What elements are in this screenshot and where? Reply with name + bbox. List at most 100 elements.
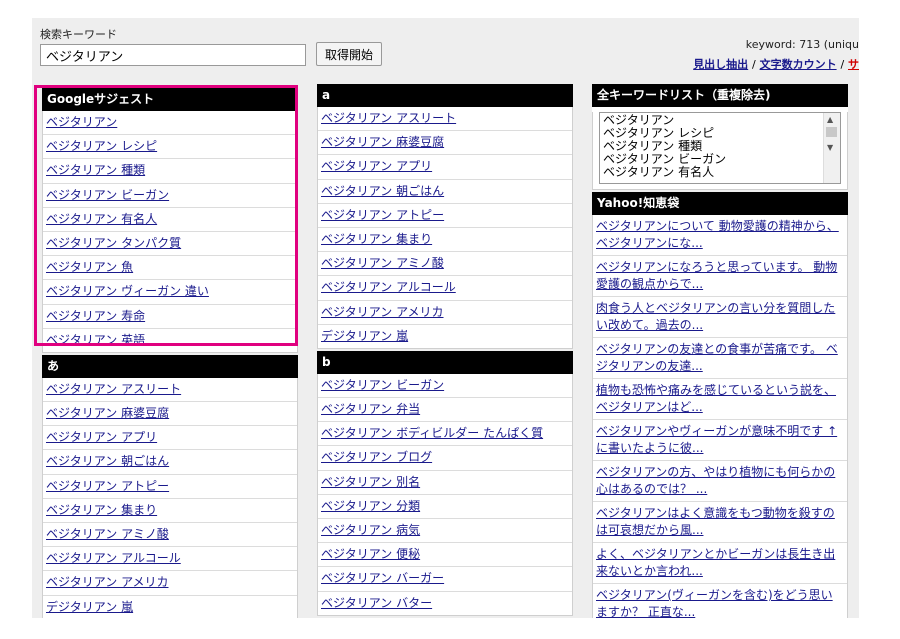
list-item: ベジタリアンの方、やはり植物にも何らかの心はあるのでは？ ... [593,461,847,502]
heading-extract-link[interactable]: 見出し抽出 [693,58,748,71]
list-item: 肉食う人とベジタリアンの言い分を質問したい改めて。過去の... [593,297,847,338]
list-item: ベジタリアン 病気 [318,519,572,544]
keyword-count: keyword: 713 (uniqu [745,38,859,51]
alpha-b-list: ベジタリアン ビーガン ベジタリアン 弁当ベジタリアン ボディビルダー たんぱく質… [317,373,573,616]
question-link[interactable]: 植物も恐怖や痛みを感じているという説を、ベジタリアンはど... [596,383,836,414]
keyword-link[interactable]: ベジタリアン ビーガン [46,188,169,202]
list-item: ベジタリアン 朝ごはん [43,450,297,475]
question-link[interactable]: ベジタリアンはよく意識をもつ動物を殺すのは可哀想だから風... [596,506,835,537]
google-suggest-box: Googleサジェスト ベジタリアン ベジタリアン レシピ ベジタリアン 種類 ベジタ… [42,88,298,353]
all-keywords-body: ベジタリアン ベジタリアン レシピ ベジタリアン 種類 ベジタリアン ビーガン ベジタリ… [592,112,848,190]
keyword-line: ベジタリアン 有名人 [603,165,715,179]
list-item: ベジタリアン 別名 [318,471,572,495]
textarea-scrollbar[interactable]: ▲ ▼ [823,113,840,183]
question-link[interactable]: 肉食う人とベジタリアンの言い分を質問したい改めて。過去の... [596,301,835,332]
keyword-link[interactable]: ベジタリアン 英語 [46,333,145,347]
keyword-link[interactable]: ベジタリアン レシピ [46,139,157,153]
keyword-link[interactable]: ベジタリアン 集まり [46,503,157,517]
keyword-link[interactable]: ベジタリアン 弁当 [321,402,420,416]
keyword-link[interactable]: ベジタリアン タンパク質 [46,236,181,250]
search-label: 検索キーワード [40,28,117,41]
keyword-link[interactable]: ベジタリアン ブログ [321,450,432,464]
keyword-link[interactable]: ベジタリアン アメリカ [46,575,169,589]
list-item: ベジタリアン アプリ [43,426,297,451]
keyword-link[interactable]: ベジタリアン アメリカ [321,305,444,319]
site-link[interactable]: サ [848,58,859,71]
search-input[interactable] [40,44,306,66]
keyword-link[interactable]: ベジタリアン アトピー [46,479,169,493]
keyword-link[interactable]: ベジタリアン 麻婆豆腐 [321,135,444,149]
list-item: ベジタリアン アメリカ [43,571,297,596]
question-link[interactable]: ベジタリアンの友達との食事が苦痛です。 ベジタリアンの友達... [596,342,838,373]
kana-a-title: あ [42,354,298,378]
keyword-link[interactable]: ベジタリアン ボディビルダー たんぱく質 [321,426,543,440]
list-item: ベジタリアンについて 動物愛護の精神から、ベジタリアンにな... [593,215,847,256]
list-item: ベジタリアン ボディビルダー たんぱく質 [318,422,572,447]
all-keywords-box: 全キーワードリスト（重複除去) ベジタリアン ベジタリアン レシピ ベジタリアン 種… [592,84,848,190]
keyword-link[interactable]: ベジタリアン ヴィーガン 違い [46,284,209,298]
keyword-link[interactable]: ベジタリアン 種類 [46,163,145,177]
all-keywords-textarea[interactable]: ベジタリアン ベジタリアン レシピ ベジタリアン 種類 ベジタリアン ビーガン ベジタリ… [599,112,841,184]
keyword-link[interactable]: ベジタリアン アミノ酸 [46,527,169,541]
list-item: ベジタリアン アプリ [318,155,572,180]
list-item: ベジタリアン アスリート [43,378,297,403]
keyword-link[interactable]: ベジタリアン アスリート [46,382,181,396]
scroll-thumb[interactable] [826,127,837,137]
char-count-link[interactable]: 文字数カウント [760,58,837,71]
yahoo-chiebukuro-title: Yahoo!知恵袋 [592,192,848,215]
alpha-a-box: a ベジタリアン アスリート ベジタリアン 麻婆豆腐 ベジタリアン アプリ ベジタリア… [317,84,573,349]
keyword-link[interactable]: ベジタリアン 別名 [321,475,420,489]
keyword-link[interactable]: ベジタリアン アスリート [321,111,456,125]
keyword-link[interactable]: ベジタリアン バーガー [321,571,444,585]
fetch-start-button[interactable]: 取得開始 [316,42,382,66]
keyword-link[interactable]: ベジタリアン 分類 [321,499,420,513]
all-keywords-title: 全キーワードリスト（重複除去) [592,84,848,107]
question-link[interactable]: ベジタリアンやヴィーガンが意味不明です ↑に書いたように彼... [596,424,837,455]
keyword-link[interactable]: ベジタリアン 魚 [46,260,133,274]
keyword-link[interactable]: ベジタリアン アプリ [321,159,432,173]
keyword-link[interactable]: デジタリアン 嵐 [321,329,408,343]
scroll-up-icon[interactable]: ▲ [827,115,833,124]
column-middle: a ベジタリアン アスリート ベジタリアン 麻婆豆腐 ベジタリアン アプリ ベジタリア… [317,84,573,618]
list-item: ベジタリアン ビーガン [318,374,572,399]
keyword-link[interactable]: ベジタリアン 寿命 [46,309,145,323]
alpha-b-title: b [317,350,573,374]
list-item: ベジタリアン タンパク質 [43,232,297,257]
question-link[interactable]: ベジタリアンになろうと思っています。 動物愛護の観点からで... [596,260,837,291]
keyword-link[interactable]: ベジタリアン 集まり [321,232,432,246]
list-item: 植物も恐怖や痛みを感じているという説を、ベジタリアンはど... [593,379,847,420]
keyword-link[interactable]: ベジタリアン バター [321,596,432,610]
app-window: 検索キーワード 取得開始 keyword: 713 (uniqu 見出し抽出 /… [32,18,859,618]
keyword-link[interactable]: ベジタリアン 朝ごはん [46,454,169,468]
alpha-a-list: ベジタリアン アスリート ベジタリアン 麻婆豆腐 ベジタリアン アプリ ベジタリアン … [317,107,573,349]
scroll-down-icon[interactable]: ▼ [827,143,833,152]
keyword-link[interactable]: ベジタリアン 麻婆豆腐 [46,406,169,420]
keyword-link[interactable]: ベジタリアン アトピー [321,208,444,222]
list-item: ベジタリアンやヴィーガンが意味不明です ↑に書いたように彼... [593,420,847,461]
list-item: ベジタリアン 種類 [43,159,297,184]
column-left: Googleサジェスト ベジタリアン ベジタリアン レシピ ベジタリアン 種類 ベジタ… [42,88,298,618]
kana-a-list: ベジタリアン アスリート ベジタリアン 麻婆豆腐 ベジタリアン アプリ ベジタリアン … [42,377,298,618]
keyword-link[interactable]: ベジタリアン [46,115,117,129]
keyword-link[interactable]: ベジタリアン アミノ酸 [321,256,444,270]
list-item: ベジタリアン 麻婆豆腐 [318,131,572,156]
list-item: デジタリアン 嵐 [318,325,572,348]
keyword-link[interactable]: デジタリアン 嵐 [46,600,133,614]
list-item: ベジタリアン [43,111,297,136]
keyword-link[interactable]: ベジタリアン 病気 [321,523,420,537]
keyword-link[interactable]: ベジタリアン 有名人 [46,212,157,226]
keyword-link[interactable]: ベジタリアン 便秘 [321,547,420,561]
keyword-link[interactable]: ベジタリアン ビーガン [321,378,444,392]
list-item: ベジタリアン 集まり [43,499,297,523]
yahoo-chiebukuro-list: ベジタリアンについて 動物愛護の精神から、ベジタリアンにな... ベジタリアンにな… [592,215,848,618]
question-link[interactable]: ベジタリアンについて 動物愛護の精神から、ベジタリアンにな... [596,219,839,250]
keyword-link[interactable]: ベジタリアン アルコール [321,280,456,294]
question-link[interactable]: よく、ベジタリアンとかビーガンは長生き出来ないとか言われ... [596,547,835,578]
question-link[interactable]: ベジタリアンの方、やはり植物にも何らかの心はあるのでは？ ... [596,465,835,496]
keyword-link[interactable]: ベジタリアン アルコール [46,551,181,565]
list-item: ベジタリアン アルコール [43,547,297,572]
keyword-link[interactable]: ベジタリアン 朝ごはん [321,184,444,198]
keyword-link[interactable]: ベジタリアン アプリ [46,430,157,444]
question-link[interactable]: ベジタリアン(ヴィーガンを含む)をどう思いますか？ 正直な... [596,588,833,618]
list-item: デジタリアン 嵐 [43,596,297,618]
